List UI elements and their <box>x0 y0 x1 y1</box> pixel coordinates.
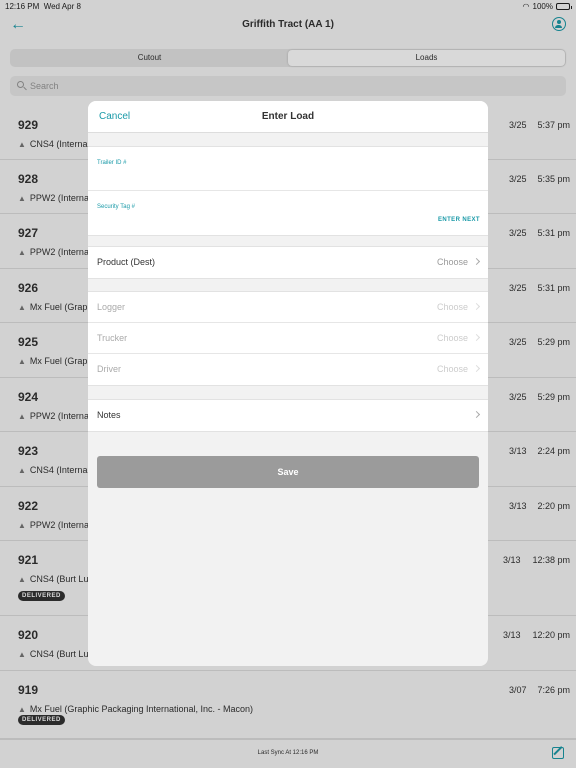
trucker-label: Trucker <box>97 333 128 343</box>
notes-row[interactable]: Notes <box>88 400 488 431</box>
trailer-id-field[interactable]: Trailer ID # <box>88 147 488 191</box>
save-button[interactable]: Save <box>97 456 479 488</box>
trailer-id-label: Trailer ID # <box>97 160 127 166</box>
enter-load-modal: Cancel Enter Load Trailer ID # Security … <box>88 101 488 666</box>
logger-label: Logger <box>97 302 126 312</box>
driver-value: Choose <box>436 364 468 374</box>
product-group: Product (Dest) Choose <box>88 246 488 279</box>
id-fields-group: Trailer ID # Security Tag # ENTER NEXT <box>88 146 488 236</box>
chevron-right-icon <box>472 410 481 419</box>
trailer-id-input[interactable] <box>97 170 477 182</box>
modal-header: Cancel Enter Load <box>88 101 488 133</box>
chevron-right-icon <box>472 302 481 311</box>
product-dest-row[interactable]: Product (Dest) Choose <box>88 247 488 278</box>
driver-row[interactable]: Driver Choose <box>88 354 488 385</box>
driver-label: Driver <box>97 364 121 374</box>
chevron-right-icon <box>472 257 481 266</box>
trucker-row[interactable]: Trucker Choose <box>88 323 488 354</box>
assignees-group: Logger Choose Trucker Choose Driver Choo… <box>88 291 488 386</box>
notes-group: Notes <box>88 399 488 432</box>
security-tag-field[interactable]: Security Tag # ENTER NEXT <box>88 191 488 235</box>
notes-label: Notes <box>97 410 121 420</box>
modal-title: Enter Load <box>261 111 315 122</box>
product-dest-label: Product (Dest) <box>97 257 156 267</box>
logger-value: Choose <box>436 302 468 312</box>
product-dest-value: Choose <box>436 257 468 267</box>
logger-row[interactable]: Logger Choose <box>88 292 488 323</box>
enter-next-button[interactable]: ENTER NEXT <box>438 217 480 223</box>
security-tag-input[interactable] <box>97 214 427 226</box>
trucker-value: Choose <box>436 333 468 343</box>
chevron-right-icon <box>472 364 481 373</box>
chevron-right-icon <box>472 333 481 342</box>
security-tag-label: Security Tag # <box>97 204 135 210</box>
